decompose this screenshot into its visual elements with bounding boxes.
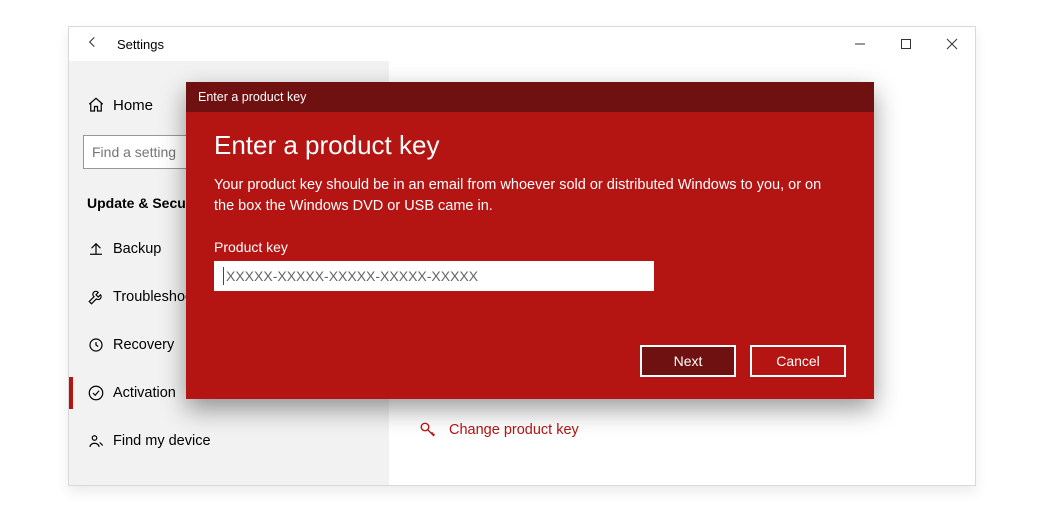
sidebar-item-find-my-device[interactable]: Find my device: [69, 417, 389, 465]
next-button[interactable]: Next: [640, 345, 736, 377]
sidebar-item-label: Recovery: [113, 337, 174, 353]
change-product-key-link[interactable]: Change product key: [419, 421, 579, 439]
product-key-dialog: Enter a product key Enter a product key …: [186, 82, 874, 399]
dialog-title: Enter a product key: [214, 130, 846, 161]
text-caret: [223, 267, 224, 285]
window-title: Settings: [117, 37, 164, 52]
find-device-icon: [87, 432, 113, 450]
minimize-button[interactable]: [837, 27, 883, 61]
home-icon: [87, 96, 113, 114]
home-label: Home: [113, 97, 153, 114]
product-key-input[interactable]: XXXXX-XXXXX-XXXXX-XXXXX-XXXXX: [214, 261, 654, 291]
dialog-description: Your product key should be in an email f…: [214, 175, 834, 217]
close-button[interactable]: [929, 27, 975, 61]
window-controls: [837, 27, 975, 61]
product-key-label: Product key: [214, 239, 846, 255]
product-key-placeholder: XXXXX-XXXXX-XXXXX-XXXXX-XXXXX: [226, 268, 478, 284]
change-product-key-label: Change product key: [449, 422, 579, 438]
titlebar: Settings: [69, 27, 975, 61]
check-circle-icon: [87, 384, 113, 402]
dialog-buttons: Next Cancel: [214, 345, 846, 377]
dialog-body: Enter a product key Your product key sho…: [186, 112, 874, 399]
recovery-icon: [87, 336, 113, 354]
back-button[interactable]: [69, 34, 117, 55]
wrench-icon: [87, 288, 113, 306]
sidebar-item-label: Find my device: [113, 433, 211, 449]
sidebar-item-label: Backup: [113, 241, 161, 257]
sidebar-item-label: Activation: [113, 385, 176, 401]
maximize-button[interactable]: [883, 27, 929, 61]
dialog-header: Enter a product key: [186, 82, 874, 112]
backup-icon: [87, 240, 113, 258]
cancel-button[interactable]: Cancel: [750, 345, 846, 377]
sidebar-item-label: Troubleshoot: [113, 289, 197, 305]
key-icon: [419, 421, 449, 439]
